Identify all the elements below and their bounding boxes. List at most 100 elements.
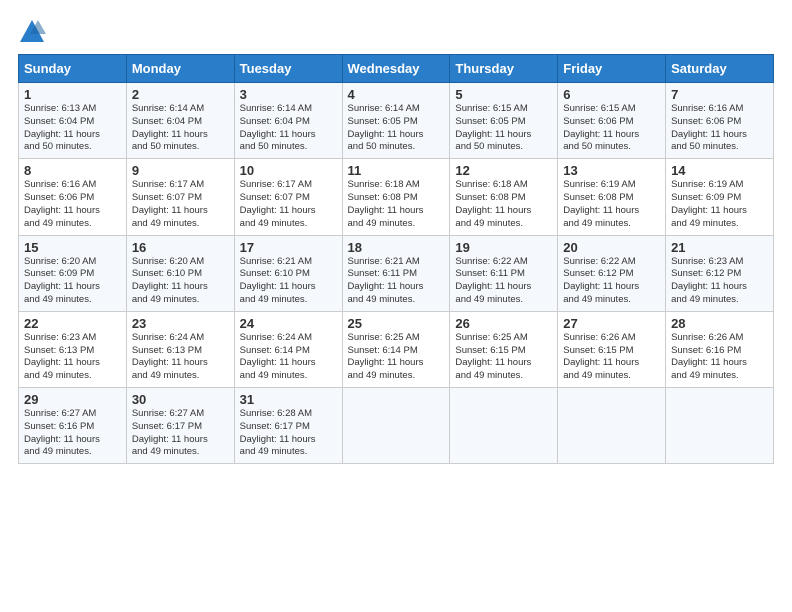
- calendar-header: SundayMondayTuesdayWednesdayThursdayFrid…: [19, 55, 774, 83]
- calendar-cell: 19Sunrise: 6:22 AMSunset: 6:11 PMDayligh…: [450, 235, 558, 311]
- logo: [18, 18, 50, 46]
- calendar-week-2: 15Sunrise: 6:20 AMSunset: 6:09 PMDayligh…: [19, 235, 774, 311]
- calendar-cell: 24Sunrise: 6:24 AMSunset: 6:14 PMDayligh…: [234, 311, 342, 387]
- day-number: 28: [671, 316, 768, 331]
- day-info: Sunrise: 6:17 AMSunset: 6:07 PMDaylight:…: [132, 179, 229, 230]
- day-number: 26: [455, 316, 552, 331]
- day-number: 7: [671, 87, 768, 102]
- day-info: Sunrise: 6:19 AMSunset: 6:08 PMDaylight:…: [563, 179, 660, 230]
- header-day-thursday: Thursday: [450, 55, 558, 83]
- calendar-cell: 26Sunrise: 6:25 AMSunset: 6:15 PMDayligh…: [450, 311, 558, 387]
- calendar-cell: 18Sunrise: 6:21 AMSunset: 6:11 PMDayligh…: [342, 235, 450, 311]
- calendar-week-1: 8Sunrise: 6:16 AMSunset: 6:06 PMDaylight…: [19, 159, 774, 235]
- header-day-wednesday: Wednesday: [342, 55, 450, 83]
- calendar-cell: [558, 388, 666, 464]
- day-number: 8: [24, 163, 121, 178]
- day-info: Sunrise: 6:14 AMSunset: 6:04 PMDaylight:…: [132, 103, 229, 154]
- day-info: Sunrise: 6:24 AMSunset: 6:14 PMDaylight:…: [240, 332, 337, 383]
- calendar-cell: 30Sunrise: 6:27 AMSunset: 6:17 PMDayligh…: [126, 388, 234, 464]
- day-number: 31: [240, 392, 337, 407]
- header-day-monday: Monday: [126, 55, 234, 83]
- day-info: Sunrise: 6:17 AMSunset: 6:07 PMDaylight:…: [240, 179, 337, 230]
- calendar-body: 1Sunrise: 6:13 AMSunset: 6:04 PMDaylight…: [19, 83, 774, 464]
- calendar-cell: 15Sunrise: 6:20 AMSunset: 6:09 PMDayligh…: [19, 235, 127, 311]
- day-info: Sunrise: 6:23 AMSunset: 6:13 PMDaylight:…: [24, 332, 121, 383]
- day-number: 2: [132, 87, 229, 102]
- logo-icon: [18, 18, 46, 46]
- day-number: 14: [671, 163, 768, 178]
- header-row-days: SundayMondayTuesdayWednesdayThursdayFrid…: [19, 55, 774, 83]
- day-number: 10: [240, 163, 337, 178]
- calendar-cell: 25Sunrise: 6:25 AMSunset: 6:14 PMDayligh…: [342, 311, 450, 387]
- day-info: Sunrise: 6:26 AMSunset: 6:15 PMDaylight:…: [563, 332, 660, 383]
- day-number: 25: [348, 316, 445, 331]
- day-number: 16: [132, 240, 229, 255]
- calendar-cell: 4Sunrise: 6:14 AMSunset: 6:05 PMDaylight…: [342, 83, 450, 159]
- calendar-cell: 1Sunrise: 6:13 AMSunset: 6:04 PMDaylight…: [19, 83, 127, 159]
- calendar-cell: 5Sunrise: 6:15 AMSunset: 6:05 PMDaylight…: [450, 83, 558, 159]
- day-info: Sunrise: 6:19 AMSunset: 6:09 PMDaylight:…: [671, 179, 768, 230]
- day-info: Sunrise: 6:27 AMSunset: 6:16 PMDaylight:…: [24, 408, 121, 459]
- calendar-cell: 12Sunrise: 6:18 AMSunset: 6:08 PMDayligh…: [450, 159, 558, 235]
- day-number: 27: [563, 316, 660, 331]
- day-number: 21: [671, 240, 768, 255]
- day-number: 29: [24, 392, 121, 407]
- calendar-cell: 22Sunrise: 6:23 AMSunset: 6:13 PMDayligh…: [19, 311, 127, 387]
- day-info: Sunrise: 6:18 AMSunset: 6:08 PMDaylight:…: [348, 179, 445, 230]
- calendar-cell: 10Sunrise: 6:17 AMSunset: 6:07 PMDayligh…: [234, 159, 342, 235]
- header-row: [18, 18, 774, 46]
- day-info: Sunrise: 6:14 AMSunset: 6:05 PMDaylight:…: [348, 103, 445, 154]
- calendar-cell: 11Sunrise: 6:18 AMSunset: 6:08 PMDayligh…: [342, 159, 450, 235]
- header-day-friday: Friday: [558, 55, 666, 83]
- day-info: Sunrise: 6:18 AMSunset: 6:08 PMDaylight:…: [455, 179, 552, 230]
- calendar-cell: 14Sunrise: 6:19 AMSunset: 6:09 PMDayligh…: [666, 159, 774, 235]
- day-info: Sunrise: 6:21 AMSunset: 6:10 PMDaylight:…: [240, 256, 337, 307]
- day-number: 5: [455, 87, 552, 102]
- day-info: Sunrise: 6:24 AMSunset: 6:13 PMDaylight:…: [132, 332, 229, 383]
- day-number: 24: [240, 316, 337, 331]
- day-number: 6: [563, 87, 660, 102]
- day-number: 23: [132, 316, 229, 331]
- calendar-cell: 9Sunrise: 6:17 AMSunset: 6:07 PMDaylight…: [126, 159, 234, 235]
- calendar-cell: 16Sunrise: 6:20 AMSunset: 6:10 PMDayligh…: [126, 235, 234, 311]
- calendar-cell: [450, 388, 558, 464]
- day-number: 17: [240, 240, 337, 255]
- calendar-cell: 27Sunrise: 6:26 AMSunset: 6:15 PMDayligh…: [558, 311, 666, 387]
- day-number: 1: [24, 87, 121, 102]
- day-number: 9: [132, 163, 229, 178]
- day-info: Sunrise: 6:26 AMSunset: 6:16 PMDaylight:…: [671, 332, 768, 383]
- day-info: Sunrise: 6:22 AMSunset: 6:11 PMDaylight:…: [455, 256, 552, 307]
- day-number: 15: [24, 240, 121, 255]
- day-number: 12: [455, 163, 552, 178]
- calendar-cell: 3Sunrise: 6:14 AMSunset: 6:04 PMDaylight…: [234, 83, 342, 159]
- calendar-cell: [342, 388, 450, 464]
- calendar-cell: 23Sunrise: 6:24 AMSunset: 6:13 PMDayligh…: [126, 311, 234, 387]
- day-info: Sunrise: 6:20 AMSunset: 6:09 PMDaylight:…: [24, 256, 121, 307]
- calendar-cell: 21Sunrise: 6:23 AMSunset: 6:12 PMDayligh…: [666, 235, 774, 311]
- calendar-week-0: 1Sunrise: 6:13 AMSunset: 6:04 PMDaylight…: [19, 83, 774, 159]
- header-day-tuesday: Tuesday: [234, 55, 342, 83]
- day-info: Sunrise: 6:16 AMSunset: 6:06 PMDaylight:…: [24, 179, 121, 230]
- day-number: 19: [455, 240, 552, 255]
- calendar-cell: 28Sunrise: 6:26 AMSunset: 6:16 PMDayligh…: [666, 311, 774, 387]
- day-info: Sunrise: 6:21 AMSunset: 6:11 PMDaylight:…: [348, 256, 445, 307]
- day-info: Sunrise: 6:20 AMSunset: 6:10 PMDaylight:…: [132, 256, 229, 307]
- calendar-week-3: 22Sunrise: 6:23 AMSunset: 6:13 PMDayligh…: [19, 311, 774, 387]
- calendar-cell: 8Sunrise: 6:16 AMSunset: 6:06 PMDaylight…: [19, 159, 127, 235]
- day-info: Sunrise: 6:28 AMSunset: 6:17 PMDaylight:…: [240, 408, 337, 459]
- day-number: 18: [348, 240, 445, 255]
- day-number: 13: [563, 163, 660, 178]
- calendar-cell: 29Sunrise: 6:27 AMSunset: 6:16 PMDayligh…: [19, 388, 127, 464]
- calendar-cell: 17Sunrise: 6:21 AMSunset: 6:10 PMDayligh…: [234, 235, 342, 311]
- day-info: Sunrise: 6:23 AMSunset: 6:12 PMDaylight:…: [671, 256, 768, 307]
- day-info: Sunrise: 6:14 AMSunset: 6:04 PMDaylight:…: [240, 103, 337, 154]
- day-info: Sunrise: 6:15 AMSunset: 6:05 PMDaylight:…: [455, 103, 552, 154]
- day-info: Sunrise: 6:25 AMSunset: 6:14 PMDaylight:…: [348, 332, 445, 383]
- calendar-cell: [666, 388, 774, 464]
- calendar-cell: 2Sunrise: 6:14 AMSunset: 6:04 PMDaylight…: [126, 83, 234, 159]
- main-container: SundayMondayTuesdayWednesdayThursdayFrid…: [0, 0, 792, 474]
- header-day-saturday: Saturday: [666, 55, 774, 83]
- day-info: Sunrise: 6:15 AMSunset: 6:06 PMDaylight:…: [563, 103, 660, 154]
- day-info: Sunrise: 6:13 AMSunset: 6:04 PMDaylight:…: [24, 103, 121, 154]
- calendar-cell: 6Sunrise: 6:15 AMSunset: 6:06 PMDaylight…: [558, 83, 666, 159]
